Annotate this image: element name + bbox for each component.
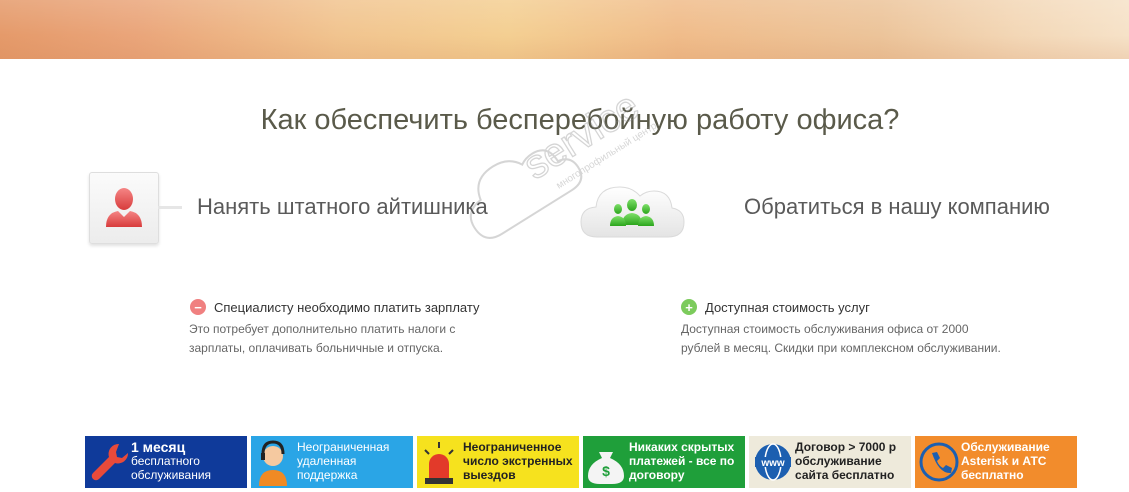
- minus-point-line2: зарплаты, оплачивать больничные и отпуск…: [189, 341, 444, 355]
- minus-point-title-text: Специалисту необходимо платить зарплату: [214, 299, 480, 315]
- cloud-team-icon: [580, 186, 685, 238]
- plus-point-title: + Доступная стоимость услуг: [681, 299, 870, 315]
- plus-point-line2: рублей в месяц. Скидки при комплексном о…: [681, 341, 1001, 355]
- feature-remote-support[interactable]: Неограниченная удаленная поддержка: [251, 436, 413, 488]
- feature-free-month-text: 1 месяц бесплатного обслуживания: [131, 439, 212, 482]
- plus-point-title-text: Доступная стоимость услуг: [705, 299, 870, 315]
- svg-text:www: www: [760, 458, 785, 469]
- feature-free-month[interactable]: 1 месяц бесплатного обслуживания: [85, 436, 247, 488]
- feature-emergency-visits-text: Неограниченное число экстренных выездов: [463, 440, 573, 482]
- page-title: Как обеспечить бесперебойную работу офис…: [260, 104, 900, 136]
- svg-text:$: $: [602, 463, 610, 479]
- feature-website-service[interactable]: www Договор > 7000 р обслуживание сайта …: [749, 436, 911, 488]
- connector-line: [158, 206, 182, 209]
- header-banner: [0, 0, 1129, 59]
- siren-icon: [424, 442, 454, 484]
- www-globe-icon: www: [755, 443, 791, 481]
- minus-point-line1: Это потребует дополнительно платить нало…: [189, 322, 456, 336]
- plus-icon: +: [681, 299, 697, 315]
- phone-icon: [919, 442, 959, 482]
- minus-icon: −: [190, 299, 206, 315]
- feature-asterisk-pbx-text: Обслуживание Asterisk и АТС бесплатно: [961, 440, 1050, 482]
- support-agent-icon: [259, 440, 287, 486]
- minus-point-text: Это потребует дополнительно платить нало…: [189, 320, 519, 358]
- wrench-icon: [91, 443, 129, 481]
- feature-asterisk-pbx[interactable]: Обслуживание Asterisk и АТС бесплатно: [915, 436, 1077, 488]
- plus-point-line1: Доступная стоимость обслуживания офиса о…: [681, 322, 969, 336]
- feature-no-hidden-fees[interactable]: $ Никаких скрытых платежей - все по дого…: [583, 436, 745, 488]
- plus-point-text: Доступная стоимость обслуживания офиса о…: [681, 320, 1061, 358]
- feature-no-hidden-fees-text: Никаких скрытых платежей - все по догово…: [629, 440, 735, 482]
- feature-banners: 1 месяц бесплатного обслуживания Неогран…: [85, 436, 1077, 488]
- option-hire-label: Нанять штатного айтишника: [197, 194, 488, 219]
- person-icon: [106, 188, 142, 227]
- feature-remote-support-text: Неограниченная удаленная поддержка: [297, 440, 390, 482]
- option-company-label: Обратиться в нашу компанию: [744, 194, 1050, 219]
- money-bag-icon: $: [588, 452, 624, 484]
- person-icon-tile: [89, 172, 159, 244]
- minus-point-title: − Специалисту необходимо платить зарплат…: [190, 299, 479, 315]
- feature-website-service-text: Договор > 7000 р обслуживание сайта бесп…: [795, 440, 897, 482]
- feature-emergency-visits[interactable]: Неограниченное число экстренных выездов: [417, 436, 579, 488]
